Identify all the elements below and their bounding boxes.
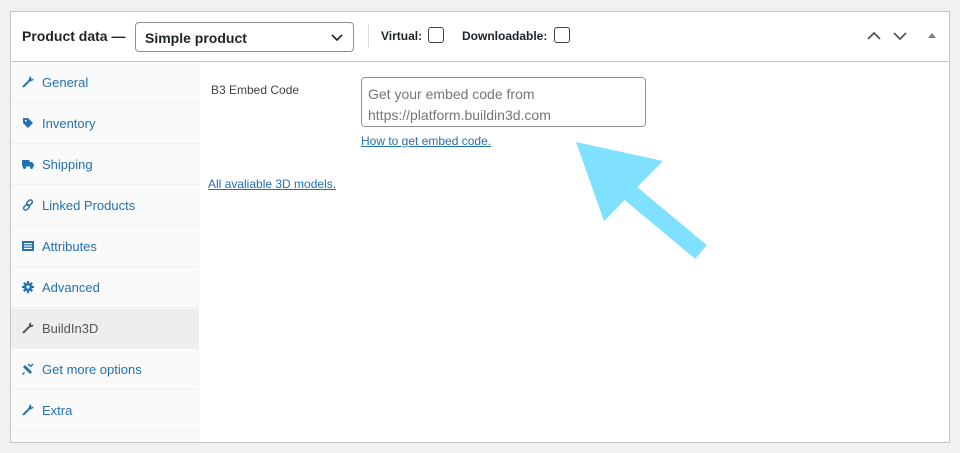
tab-label: Extra: [42, 403, 73, 418]
tab-buildin3d[interactable]: BuildIn3D: [11, 309, 199, 349]
tab-label: BuildIn3D: [42, 321, 99, 336]
tab-extra[interactable]: Extra: [11, 391, 199, 431]
downloadable-label: Downloadable:: [462, 29, 548, 43]
tab-advanced[interactable]: Advanced: [11, 268, 199, 308]
tab-label: General: [42, 75, 89, 90]
panel-title: Product data —: [22, 28, 126, 44]
tag-icon: [23, 118, 33, 128]
product-data-panel: Product data — Simple product Virtual: D…: [10, 11, 950, 443]
all-models-link[interactable]: All avaliable 3D models.: [208, 177, 336, 191]
how-to-embed-link[interactable]: How to get embed code.: [361, 134, 491, 148]
wrench-icon: [22, 404, 34, 416]
tab-label: Linked Products: [42, 198, 136, 213]
tab-label: Inventory: [42, 116, 96, 131]
embed-code-textarea[interactable]: [361, 77, 646, 127]
chevron-down-icon[interactable]: [892, 28, 908, 44]
virtual-label: Virtual:: [381, 29, 423, 43]
tab-label: Get more options: [42, 362, 142, 377]
gear-icon: [22, 281, 34, 293]
truck-icon: [22, 160, 34, 169]
wrench-icon: [22, 76, 34, 88]
link-icon: [22, 199, 34, 211]
tab-general[interactable]: General: [11, 63, 199, 103]
product-type-select[interactable]: Simple product: [135, 22, 354, 52]
list-icon: [22, 241, 34, 251]
plugin-icon: [22, 363, 34, 375]
embed-code-label: B3 Embed Code: [211, 83, 300, 97]
virtual-checkbox[interactable]: [428, 27, 444, 43]
tab-linked-products[interactable]: Linked Products: [11, 186, 199, 226]
chevron-down-icon: [331, 34, 343, 42]
product-data-header: Product data — Simple product Virtual: D…: [11, 12, 949, 62]
downloadable-checkbox[interactable]: [554, 27, 570, 43]
tab-inventory[interactable]: Inventory: [11, 104, 199, 144]
tab-label: Advanced: [42, 280, 100, 295]
collapse-toggle-icon[interactable]: [924, 28, 940, 44]
product-data-tabs: General Inventory Shipping Linked Produc…: [11, 63, 199, 442]
product-type-value: Simple product: [145, 30, 247, 46]
chevron-up-icon[interactable]: [866, 28, 882, 44]
tab-label: Shipping: [42, 157, 93, 172]
tab-shipping[interactable]: Shipping: [11, 145, 199, 185]
pointer-arrow-icon: [576, 142, 707, 259]
header-divider: [368, 24, 369, 48]
tab-get-more-options[interactable]: Get more options: [11, 350, 199, 390]
tab-label: Attributes: [42, 239, 97, 254]
wrench-icon: [22, 322, 34, 334]
tab-attributes[interactable]: Attributes: [11, 227, 199, 267]
